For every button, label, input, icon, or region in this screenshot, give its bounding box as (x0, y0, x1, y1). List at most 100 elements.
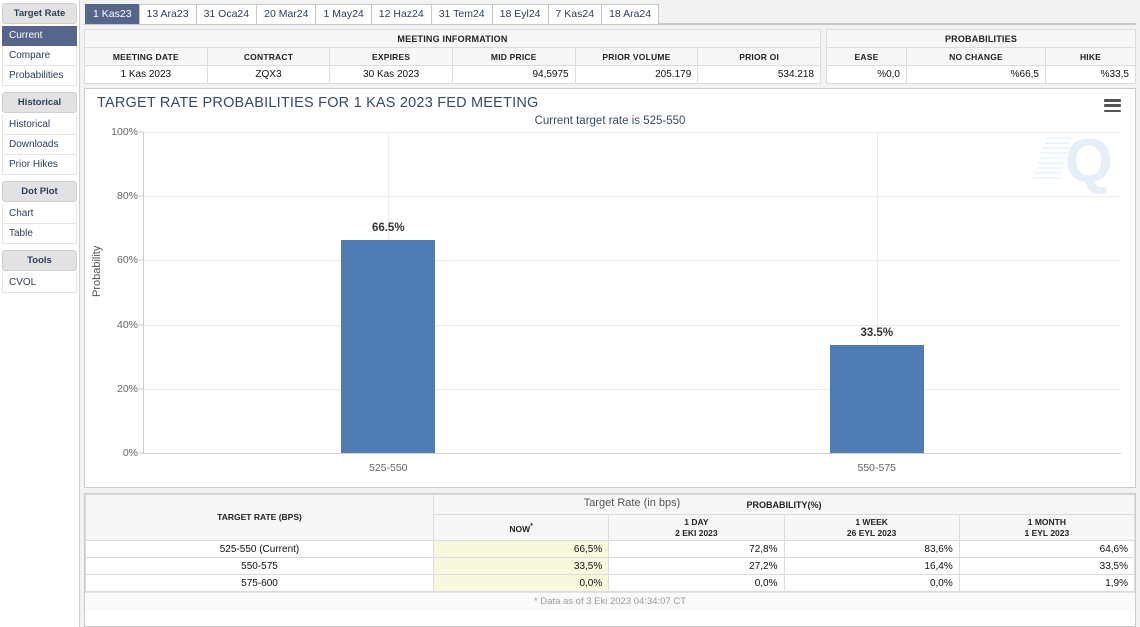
bar-525-550[interactable]: 66.5% (341, 222, 436, 453)
sidebar-item-prior-hikes[interactable]: Prior Hikes (2, 155, 77, 175)
y-tick-label: 100% (111, 126, 138, 138)
col-contract: CONTRACT (206, 47, 331, 66)
val-prior-volume: 205.179 (574, 65, 699, 84)
y-gridline (144, 196, 1121, 198)
detail-cell-month: 64,6% (958, 540, 1136, 558)
plot-area: 0% 20% 40% 60% 80% 100% 66.5% 525-550 33.5% 550-5… (111, 126, 1121, 474)
y-tick-label: 80% (116, 190, 138, 203)
detail-col-title: 1 MONTH (1027, 516, 1066, 527)
col-hike: HIKE (1045, 47, 1136, 66)
tab-7-kas24[interactable]: 7 Kas24 (547, 4, 603, 24)
val-no-change: %66,5 (906, 65, 1046, 84)
val-meeting-date: 1 Kas 2023 (84, 65, 208, 84)
data-timestamp-footnote: * Data as of 3 Eki 2023 04:34:07 CT (85, 592, 1135, 611)
sidebar-item-downloads[interactable]: Downloads (2, 135, 77, 155)
meeting-information-header-row: MEETING DATE CONTRACT EXPIRES MID PRICE … (84, 47, 821, 66)
sidebar-item-chart[interactable]: Chart (2, 204, 77, 224)
probabilities-summary-value-row: %0,0 %66,5 %33,5 (826, 65, 1136, 84)
detail-cell-month: 33,5% (958, 557, 1136, 575)
y-tick-mark (139, 388, 144, 390)
sidebar: Target Rate Current Compare Probabilities Hi… (0, 0, 80, 627)
val-hike: %33,5 (1045, 65, 1136, 84)
table-row[interactable]: 550-575 33,5% 27,2% 16,4% 33,5% (85, 557, 1136, 575)
probabilities-summary-header-row: EASE NO CHANGE HIKE (826, 47, 1136, 66)
col-no-change: NO CHANGE (906, 47, 1046, 66)
detail-cell-week: 0,0% (783, 574, 960, 592)
y-tick-mark (139, 131, 144, 133)
tab-18-eyl24[interactable]: 18 Eyl24 (491, 4, 549, 24)
y-tick-mark (139, 324, 144, 326)
detail-row-rate: 575-600 (85, 574, 434, 592)
detail-col-title: 1 DAY (684, 516, 709, 527)
probabilities-summary-table: PROBABILITIES EASE NO CHANGE HIKE %0,0 %… (826, 29, 1136, 84)
val-expires: 30 Kas 2023 (329, 65, 453, 84)
x-tick-label: 525-550 (368, 462, 408, 474)
detail-cell-now: 0,0% (432, 574, 610, 592)
sidebar-group-dot-plot: Dot Plot (2, 181, 77, 202)
y-gridline (144, 388, 1121, 390)
sidebar-item-current[interactable]: Current (2, 26, 77, 46)
col-prior-oi: PRIOR OI (697, 47, 821, 66)
probability-detail-panel: TARGET RATE (BPS) PROBABILITY(%) NOW* 1 D… (84, 493, 1136, 627)
val-mid-price: 94,5975 (451, 65, 576, 84)
table-row[interactable]: 525-550 (Current) 66,5% 72,8% 83,6% 64,6% (85, 540, 1136, 558)
tab-31-tem24[interactable]: 31 Tem24 (430, 4, 493, 24)
chart-title: TARGET RATE PROBABILITIES FOR 1 KAS 2023… (97, 95, 539, 111)
table-row[interactable]: 575-600 0,0% 0,0% 0,0% 1,9% (85, 574, 1136, 592)
y-gridline (144, 324, 1121, 326)
y-tick-label: 60% (116, 254, 138, 267)
detail-col-1-month: 1 MONTH 1 EYL 2023 (958, 514, 1136, 541)
tab-18-ara24[interactable]: 18 Ara24 (601, 4, 660, 24)
val-contract: ZQX3 (206, 65, 331, 84)
val-ease: %0,0 (826, 65, 907, 84)
bar-550-575[interactable]: 33.5% (829, 327, 924, 453)
y-tick-label: 0% (122, 447, 138, 459)
meeting-information-table: MEETING INFORMATION MEETING DATE CONTRAC… (84, 29, 821, 84)
detail-col-subtitle: 2 EKI 2023 (675, 527, 718, 538)
tab-31-oca24[interactable]: 31 Oca24 (195, 4, 258, 24)
x-axis-label: Target Rate (in bps) (583, 497, 681, 509)
meeting-date-tabs[interactable]: 1 Kas23 13 Ara23 31 Oca24 20 Mar24 1 May24 12… (84, 4, 1136, 25)
meeting-information-title: MEETING INFORMATION (84, 29, 821, 48)
detail-col-title: 1 WEEK (855, 516, 888, 527)
tab-1-may24[interactable]: 1 May24 (315, 4, 372, 24)
y-gridline (144, 260, 1121, 262)
tab-20-mar24[interactable]: 20 Mar24 (256, 4, 317, 24)
hamburger-icon[interactable] (1104, 99, 1121, 112)
detail-cell-day: 27,2% (608, 557, 785, 575)
detail-cell-now: 66,5% (432, 540, 610, 558)
col-meeting-date: MEETING DATE (84, 47, 208, 66)
col-ease: EASE (826, 47, 907, 66)
detail-col-title: NOW (509, 523, 531, 534)
probability-chart-panel: TARGET RATE PROBABILITIES FOR 1 KAS 2023… (84, 88, 1136, 509)
tab-1-kas23[interactable]: 1 Kas23 (85, 4, 140, 24)
sidebar-item-compare[interactable]: Compare (2, 46, 77, 66)
bar-value-label: 33.5% (860, 327, 894, 340)
y-tick-label: 20% (116, 382, 138, 395)
y-axis-label: Probability (91, 245, 103, 297)
val-prior-oi: 534.218 (697, 65, 821, 84)
col-expires: EXPIRES (329, 47, 453, 66)
tab-12-haz24[interactable]: 12 Haz24 (370, 4, 432, 24)
detail-col-1-day: 1 DAY 2 EKI 2023 (608, 514, 785, 541)
detail-col-1-week: 1 WEEK 26 EYL 2023 (783, 514, 960, 541)
sidebar-group-tools: Tools (2, 250, 77, 271)
detail-row-rate: 525-550 (Current) (85, 540, 434, 558)
detail-col-superscript: * (530, 522, 533, 530)
detail-cell-day: 72,8% (608, 540, 785, 558)
detail-col-subtitle: 26 EYL 2023 (846, 527, 897, 538)
col-mid-price: MID PRICE (451, 47, 576, 66)
probabilities-summary-title: PROBABILITIES (826, 29, 1136, 48)
bar-value-label: 66.5% (371, 221, 405, 234)
y-tick-mark (139, 259, 144, 261)
target-rate-probabilities-app: Target Rate Current Compare Probabilities Hi… (0, 0, 1140, 627)
detail-cell-week: 83,6% (783, 540, 960, 558)
detail-cell-week: 16,4% (783, 557, 960, 575)
detail-cell-day: 0,0% (608, 574, 785, 592)
plot-area-wrapper: Probability 0% 20% 40% 60% 80% 100% 66.5% 525-5… (85, 126, 1135, 509)
tab-13-ara23[interactable]: 13 Ara23 (138, 4, 197, 24)
sidebar-item-historical[interactable]: Historical (2, 115, 77, 135)
sidebar-item-cvol[interactable]: CVOL (2, 273, 77, 293)
sidebar-item-probabilities[interactable]: Probabilities (2, 66, 77, 86)
sidebar-item-table[interactable]: Table (2, 224, 77, 244)
